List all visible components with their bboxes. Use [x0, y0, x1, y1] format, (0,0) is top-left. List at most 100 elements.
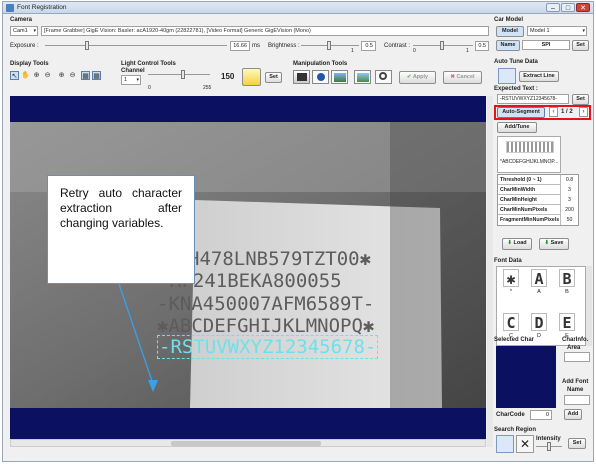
- magnifier-icon[interactable]: [375, 70, 392, 84]
- horizontal-scrollbar[interactable]: [10, 439, 486, 447]
- zoom-fit-icon[interactable]: ⊕: [57, 71, 66, 80]
- segment-preview: *ABCDEFGHIJKLMNOP...: [497, 136, 561, 173]
- font-glyph[interactable]: D: [531, 313, 547, 332]
- selected-char-preview: [496, 346, 556, 408]
- pan-tool-icon[interactable]: ✋: [21, 71, 30, 80]
- channel-label: Channel: [121, 68, 145, 74]
- contrast-min: 0: [413, 48, 416, 54]
- record-icon[interactable]: [312, 70, 329, 84]
- param-value[interactable]: 200: [560, 205, 578, 215]
- param-value[interactable]: 0.8: [560, 175, 578, 185]
- auto-tune-label: Auto Tune Data: [494, 59, 538, 65]
- font-glyph[interactable]: B: [559, 269, 575, 288]
- exposure-slider[interactable]: [45, 41, 227, 50]
- callout-arrow: [118, 284, 158, 392]
- param-value[interactable]: 3: [560, 185, 578, 195]
- camera-select[interactable]: Cam1 ▾: [10, 26, 38, 36]
- close-button[interactable]: ✕: [576, 3, 590, 12]
- channel-select[interactable]: 1 ▾: [121, 75, 141, 85]
- name-set-button[interactable]: Set: [572, 40, 589, 51]
- tools-icon[interactable]: ✕: [516, 435, 534, 453]
- charcode-field[interactable]: 0: [530, 410, 552, 420]
- name-field[interactable]: SPI: [522, 40, 570, 50]
- contrast-value[interactable]: 0.5: [475, 41, 489, 51]
- minimize-button[interactable]: –: [546, 3, 560, 12]
- font-glyph[interactable]: ✱: [503, 269, 519, 288]
- font-data-grid: ✱ * A A B B C C D D E E: [496, 266, 586, 346]
- car-model-label: Car Model: [494, 17, 524, 23]
- area-field[interactable]: [564, 352, 590, 362]
- grid-icon[interactable]: ▦: [81, 71, 90, 80]
- zoom-out-icon[interactable]: ⊖: [43, 71, 52, 80]
- image-text-line-3: -KNA450007AFM6589T-: [157, 293, 375, 315]
- font-glyph-label: A: [537, 289, 541, 295]
- exposure-unit: ms: [252, 43, 260, 49]
- param-name: CharMinWidth: [500, 187, 536, 193]
- font-data-scrollbar[interactable]: [586, 266, 592, 346]
- search-region-label: Search Region: [494, 427, 537, 433]
- title-bar: Font Registration – □ ✕: [3, 2, 593, 14]
- next-page-button[interactable]: ›: [579, 107, 588, 117]
- param-row: Threshold (0 ~ 1) 0.8: [498, 175, 578, 185]
- font-name-field[interactable]: [564, 395, 590, 405]
- param-value[interactable]: 50: [560, 215, 578, 225]
- exposure-value[interactable]: 16.66: [230, 41, 250, 51]
- save-button[interactable]: ⬇ Save: [539, 238, 569, 250]
- save-label: Save: [550, 240, 564, 246]
- expected-text-field[interactable]: -RSTUVWXYZ12345678-: [497, 94, 569, 104]
- font-data-label: Font Data: [494, 258, 522, 264]
- segmented-text-line: -RSTUVWXYZ12345678-: [157, 335, 379, 359]
- model-select[interactable]: Model 1 ▾: [527, 26, 587, 36]
- extract-icon[interactable]: [498, 68, 516, 84]
- light-level-slider[interactable]: [148, 70, 210, 79]
- film-icon[interactable]: [293, 70, 310, 84]
- zoom-reset-icon[interactable]: ⊖: [68, 71, 77, 80]
- prev-page-button[interactable]: ‹: [549, 107, 558, 117]
- search-region-set-button[interactable]: Set: [568, 438, 586, 449]
- zoom-in-icon[interactable]: ⊕: [32, 71, 41, 80]
- font-glyph[interactable]: C: [503, 313, 519, 332]
- param-name: CharMinNumPixels: [500, 207, 548, 213]
- image-edit-icon[interactable]: [354, 70, 371, 84]
- camera-select-value: Cam1: [13, 28, 28, 34]
- font-glyph-label: *: [509, 289, 513, 295]
- load-label: Load: [513, 240, 527, 246]
- model-tab[interactable]: Model: [496, 26, 524, 37]
- font-glyph[interactable]: A: [531, 269, 547, 288]
- image-icon[interactable]: [331, 70, 348, 84]
- pointer-tool-icon[interactable]: ↖: [10, 71, 19, 80]
- param-row: CharMinWidth 3: [498, 185, 578, 195]
- region-select-icon[interactable]: [496, 435, 514, 453]
- add-font-button[interactable]: Add: [564, 409, 582, 420]
- light-min: 0: [148, 85, 151, 91]
- window-title: Font Registration: [17, 4, 67, 11]
- add-tune-button[interactable]: Add/Tune: [497, 122, 537, 133]
- chevron-down-icon: ▾: [582, 28, 585, 34]
- light-max: 255: [203, 85, 212, 91]
- grid-fine-icon[interactable]: ▦: [92, 71, 101, 80]
- load-button[interactable]: ⬇ Load: [502, 238, 532, 250]
- segment-thumbnail: [506, 141, 554, 153]
- font-glyph[interactable]: E: [559, 313, 575, 332]
- cancel-button[interactable]: ✖ Cancel: [443, 71, 482, 84]
- param-value[interactable]: 3: [560, 195, 578, 205]
- callout-note: Retry auto character extraction after ch…: [47, 175, 195, 284]
- image-text-line-4: ✱ABCDEFGHIJKLMNOPQ✱: [157, 315, 375, 337]
- param-name: CharMinHeight: [500, 197, 537, 203]
- expected-set-button[interactable]: Set: [572, 94, 589, 105]
- apply-button[interactable]: ✔ Apply: [399, 71, 436, 84]
- channel-value: 1: [124, 77, 128, 83]
- maximize-button[interactable]: □: [561, 3, 575, 12]
- extract-line-button[interactable]: Extract Line: [519, 71, 559, 82]
- auto-segment-button[interactable]: Auto-Segment: [497, 107, 545, 118]
- contrast-slider[interactable]: [413, 41, 473, 50]
- bulb-icon[interactable]: [242, 68, 261, 86]
- segment-preview-text: *ABCDEFGHIJKLMNOP...: [500, 159, 559, 165]
- vertical-scrollbar[interactable]: [487, 96, 493, 447]
- brightness-value[interactable]: 0.5: [361, 41, 376, 51]
- selected-char-label: Selected Char: [494, 337, 535, 343]
- light-set-button[interactable]: Set: [265, 72, 282, 83]
- intensity-slider[interactable]: [536, 442, 562, 451]
- name-tab[interactable]: Name: [496, 40, 520, 51]
- cancel-label: Cancel: [456, 74, 475, 80]
